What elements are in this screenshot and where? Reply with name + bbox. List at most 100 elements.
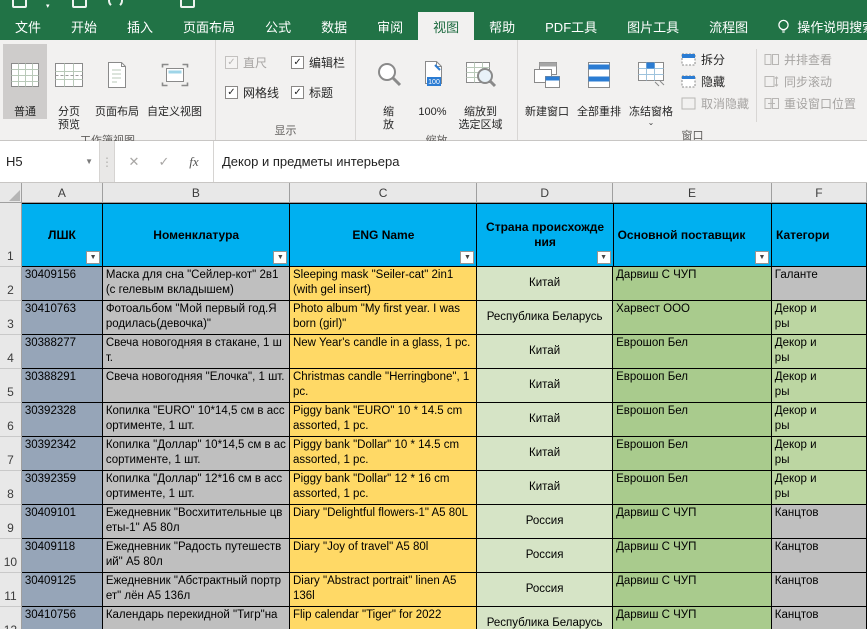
col-header-a[interactable]: A bbox=[21, 183, 103, 203]
cell-nomenclature[interactable]: Свеча новогодняя в стакане, 1 шт. bbox=[102, 335, 290, 369]
cell-country[interactable]: Китай bbox=[477, 335, 614, 369]
undo-icon[interactable] bbox=[108, 0, 123, 8]
cell-eng-name[interactable]: Photo album "My first year. I was born (… bbox=[289, 301, 478, 335]
cell-country[interactable]: Китай bbox=[477, 369, 614, 403]
name-box[interactable]: H5 ▼ bbox=[0, 141, 100, 182]
zoom-button[interactable]: 缩 放 bbox=[367, 44, 411, 132]
normal-view-button[interactable]: 普通 bbox=[3, 44, 47, 119]
cell-country[interactable]: Россия bbox=[477, 505, 614, 539]
cell-nomenclature[interactable]: Маска для сна "Сейлер-кот" 2в1 (с гелевы… bbox=[102, 267, 290, 301]
cell-country[interactable]: Китай bbox=[477, 403, 614, 437]
filter-dropdown-icon[interactable]: ▼ bbox=[596, 251, 611, 264]
hide-button[interactable]: 隐藏 bbox=[677, 70, 753, 92]
table-icon[interactable] bbox=[72, 0, 87, 8]
enter-icon[interactable]: ✓ bbox=[149, 154, 179, 170]
tab-file[interactable]: 文件 bbox=[0, 12, 56, 40]
cell-supplier[interactable]: Еврошоп Бел bbox=[613, 335, 772, 369]
cell-lshk[interactable]: 30388291 bbox=[21, 369, 103, 403]
gridlines-checkbox[interactable]: ✓ 网格线 bbox=[225, 84, 279, 101]
cell-lshk[interactable]: 30392342 bbox=[21, 437, 103, 471]
zoom-100-button[interactable]: 100 100% bbox=[411, 44, 455, 119]
select-all-button[interactable] bbox=[0, 183, 22, 203]
chevron-down-icon[interactable]: ▼ bbox=[85, 157, 93, 166]
tab-insert[interactable]: 插入 bbox=[112, 12, 168, 40]
cell-nomenclature[interactable]: Копилка "EURO" 10*14,5 см в ассортименте… bbox=[102, 403, 290, 437]
cell-eng-name[interactable]: Piggy bank "EURO" 10 * 14.5 cm assorted,… bbox=[289, 403, 478, 437]
col-header-c[interactable]: C bbox=[289, 183, 478, 203]
cell-country[interactable]: Россия bbox=[477, 539, 614, 573]
cell-category[interactable]: Декор и ры bbox=[771, 369, 867, 403]
cell-eng-name[interactable]: Flip calendar "Tiger" for 2022 bbox=[289, 607, 478, 629]
cell-category[interactable]: Канцтов bbox=[771, 505, 867, 539]
row-number[interactable]: 2 bbox=[0, 267, 22, 301]
col-header-e[interactable]: E bbox=[613, 183, 772, 203]
col-header-d[interactable]: D bbox=[477, 183, 614, 203]
cell-supplier[interactable]: Еврошоп Бел bbox=[613, 403, 772, 437]
row-number[interactable]: 1 bbox=[0, 203, 22, 267]
cell-category[interactable]: Декор и ры bbox=[771, 403, 867, 437]
row-number[interactable]: 8 bbox=[0, 471, 22, 505]
cancel-icon[interactable]: ✕ bbox=[119, 154, 149, 170]
header-cell-category[interactable]: Категори bbox=[771, 203, 867, 267]
save-icon[interactable] bbox=[12, 0, 27, 8]
cell-lshk[interactable]: 30392328 bbox=[21, 403, 103, 437]
arrange-all-button[interactable]: 全部重排 bbox=[573, 44, 625, 119]
cell-country[interactable]: Китай bbox=[477, 437, 614, 471]
cell-supplier[interactable]: Дарвиш С ЧУП bbox=[613, 267, 772, 301]
cell-nomenclature[interactable]: Копилка "Доллар" 12*16 см в ассортименте… bbox=[102, 471, 290, 505]
tab-page-layout[interactable]: 页面布局 bbox=[168, 12, 250, 40]
cell-supplier[interactable]: Еврошоп Бел bbox=[613, 369, 772, 403]
cell-eng-name[interactable]: Diary "Delightful flowers-1" A5 80L bbox=[289, 505, 478, 539]
cell-eng-name[interactable]: Piggy bank "Dollar" 12 * 16 cm assorted,… bbox=[289, 471, 478, 505]
zoom-to-selection-button[interactable]: 缩放到 选定区域 bbox=[455, 44, 507, 132]
header-cell-eng-name[interactable]: ENG Name ▼ bbox=[290, 203, 478, 267]
cell-eng-name[interactable]: Piggy bank "Dollar" 10 * 14.5 cm assorte… bbox=[289, 437, 478, 471]
new-window-button[interactable]: 新建窗口 bbox=[521, 44, 573, 119]
cell-lshk[interactable]: 30392359 bbox=[21, 471, 103, 505]
cell-lshk[interactable]: 30409156 bbox=[21, 267, 103, 301]
split-button[interactable]: 拆分 bbox=[677, 48, 753, 70]
col-header-f[interactable]: F bbox=[771, 183, 867, 203]
tell-me-search[interactable]: 操作说明搜索 bbox=[767, 12, 867, 40]
filter-dropdown-icon[interactable]: ▼ bbox=[86, 251, 101, 264]
tab-home[interactable]: 开始 bbox=[56, 12, 112, 40]
row-number[interactable]: 9 bbox=[0, 505, 22, 539]
row-number[interactable]: 4 bbox=[0, 335, 22, 369]
cell-eng-name[interactable]: Sleeping mask "Seiler-cat" 2in1 (with ge… bbox=[289, 267, 478, 301]
cell-lshk[interactable]: 30409118 bbox=[21, 539, 103, 573]
row-number[interactable]: 12 bbox=[0, 607, 22, 629]
freeze-panes-button[interactable]: 冻结窗格 ⌄ bbox=[625, 44, 677, 127]
cell-supplier[interactable]: Дарвиш С ЧУП bbox=[613, 573, 772, 607]
cell-lshk[interactable]: 30410756 bbox=[21, 607, 103, 629]
filter-dropdown-icon[interactable]: ▼ bbox=[460, 251, 475, 264]
row-number[interactable]: 3 bbox=[0, 301, 22, 335]
cell-supplier[interactable]: Еврошоп Бел bbox=[613, 471, 772, 505]
cell-nomenclature[interactable]: Календарь перекидной "Тигр"на bbox=[102, 607, 290, 629]
col-header-b[interactable]: B bbox=[102, 183, 290, 203]
cell-supplier[interactable]: Дарвиш С ЧУП bbox=[613, 539, 772, 573]
cell-category[interactable]: Декор и ры bbox=[771, 437, 867, 471]
headings-checkbox[interactable]: ✓ 标题 bbox=[291, 84, 345, 101]
tab-view[interactable]: 视图 bbox=[418, 12, 475, 40]
cell-category[interactable]: Канцтов bbox=[771, 539, 867, 573]
header-cell-lshk[interactable]: ЛШК ▼ bbox=[21, 203, 104, 267]
tab-help[interactable]: 帮助 bbox=[474, 12, 530, 40]
cell-nomenclature[interactable]: Свеча новогодняя "Елочка", 1 шт. bbox=[102, 369, 290, 403]
cell-eng-name[interactable]: New Year's candle in a glass, 1 pc. bbox=[289, 335, 478, 369]
cell-nomenclature[interactable]: Фотоальбом "Мой первый год.Я родилась(де… bbox=[102, 301, 290, 335]
cell-lshk[interactable]: 30409125 bbox=[21, 573, 103, 607]
print-preview-icon[interactable] bbox=[180, 0, 195, 8]
cell-category[interactable]: Декор и ры bbox=[771, 335, 867, 369]
cell-nomenclature[interactable]: Ежедневник "Радость путешествий" А5 80л bbox=[102, 539, 290, 573]
tab-pdf-tools[interactable]: PDF工具 bbox=[530, 12, 612, 40]
row-number[interactable]: 6 bbox=[0, 403, 22, 437]
cell-nomenclature[interactable]: Ежедневник "Восхитительные цветы-1" А5 8… bbox=[102, 505, 290, 539]
cell-category[interactable]: Декор и ры bbox=[771, 471, 867, 505]
cell-lshk[interactable]: 30409101 bbox=[21, 505, 103, 539]
tab-data[interactable]: 数据 bbox=[306, 12, 362, 40]
cell-country[interactable]: Республика Беларусь bbox=[477, 607, 614, 629]
row-number[interactable]: 10 bbox=[0, 539, 22, 573]
cell-country[interactable]: Республика Беларусь bbox=[477, 301, 614, 335]
cell-country[interactable]: Китай bbox=[477, 267, 614, 301]
cell-supplier[interactable]: Еврошоп Бел bbox=[613, 437, 772, 471]
